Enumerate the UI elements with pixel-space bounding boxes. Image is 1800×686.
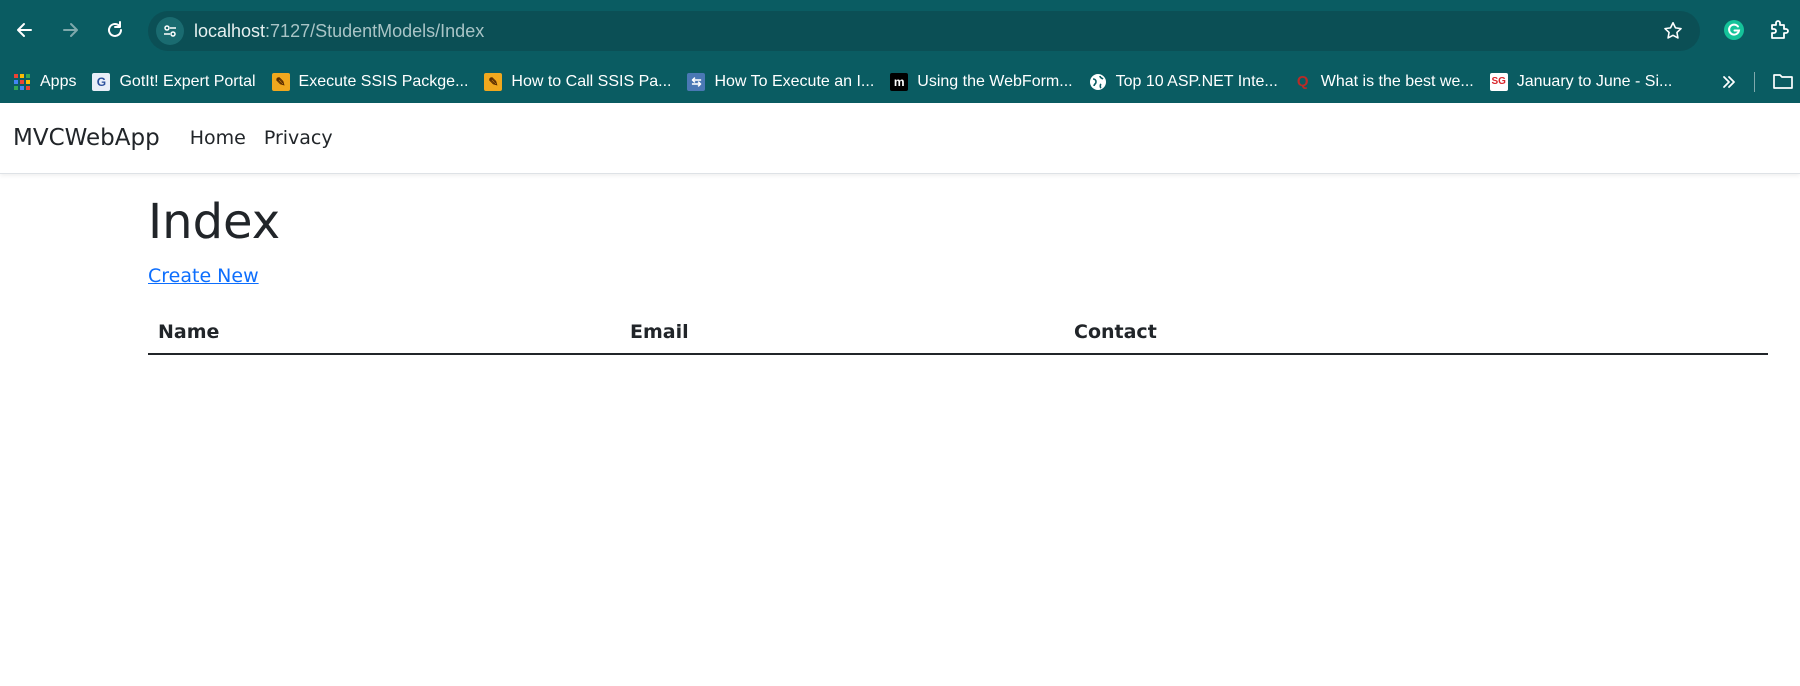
- bookmark-label: January to June - Si...: [1516, 72, 1673, 90]
- tune-icon: [164, 25, 176, 37]
- column-header-email: Email: [620, 312, 1064, 355]
- bookmark-label: How To Execute an I...: [714, 72, 875, 90]
- more-bookmarks-button[interactable]: [1714, 67, 1744, 97]
- bookmark-label: How to Call SSIS Pa...: [511, 72, 672, 90]
- page-title: Index: [148, 194, 281, 250]
- bookmark-label: Top 10 ASP.NET Inte...: [1115, 72, 1278, 90]
- url-path: :7127/StudentModels/Index: [265, 20, 485, 41]
- quora-icon: Q: [1296, 73, 1309, 90]
- main-content: Index Create New Name Email Contact: [148, 174, 1768, 355]
- grammarly-extension-button[interactable]: [1718, 14, 1750, 46]
- reload-button[interactable]: [99, 14, 131, 46]
- back-arrow-icon: [17, 23, 32, 37]
- bookmark-top10-aspnet[interactable]: Top 10 ASP.NET Inte...: [1089, 67, 1282, 97]
- bookmark-what-is-best[interactable]: Q What is the best we...: [1294, 67, 1478, 97]
- folder-icon[interactable]: [1771, 69, 1795, 93]
- create-new-link[interactable]: Create New: [148, 265, 259, 287]
- nav-privacy-link[interactable]: Privacy: [264, 127, 333, 149]
- gotit-icon: G: [92, 72, 111, 91]
- bookmark-star-icon[interactable]: [1662, 20, 1684, 42]
- puzzle-icon: [1771, 20, 1789, 39]
- bookmark-label: GotIt! Expert Portal: [119, 72, 256, 90]
- forward-arrow-icon: [63, 23, 78, 37]
- grammarly-icon: [1724, 20, 1744, 40]
- forward-button[interactable]: [54, 14, 86, 46]
- site-navbar: MVCWebApp Home Privacy: [0, 103, 1800, 174]
- brand-link[interactable]: MVCWebApp: [13, 125, 160, 151]
- site-info-button[interactable]: [156, 17, 184, 45]
- ssis-icon: ✎: [271, 72, 290, 91]
- apps-grid-icon: [13, 73, 31, 91]
- browser-toolbar: localhost:7127/StudentModels/Index: [0, 0, 1800, 60]
- bookmark-call-ssis[interactable]: ✎ How to Call SSIS Pa...: [484, 67, 675, 97]
- students-table: Name Email Contact: [148, 312, 1768, 355]
- m-icon: m: [890, 72, 909, 91]
- reload-icon: [108, 21, 122, 37]
- calendar-icon: SG: [1489, 72, 1508, 91]
- column-header-name: Name: [148, 312, 620, 355]
- link-icon: ⇆: [687, 72, 706, 91]
- bookmark-execute-ssis[interactable]: ✎ Execute SSIS Packge...: [271, 67, 473, 97]
- extensions-button[interactable]: [1763, 14, 1795, 46]
- bookmark-webform[interactable]: m Using the WebForm...: [890, 67, 1076, 97]
- url-text[interactable]: localhost:7127/StudentModels/Index: [194, 21, 484, 42]
- bookmark-label: What is the best we...: [1320, 72, 1474, 90]
- column-header-contact: Contact: [1064, 312, 1768, 355]
- double-chevron-right-icon: [1723, 76, 1735, 88]
- bookmarks-divider: [1754, 72, 1755, 92]
- bookmark-label: Execute SSIS Packge...: [298, 72, 469, 90]
- bookmark-label: Using the WebForm...: [917, 72, 1073, 90]
- nav-home-link[interactable]: Home: [190, 127, 246, 149]
- ssis-icon: ✎: [484, 72, 503, 91]
- bookmark-label: Apps: [40, 72, 77, 90]
- bookmark-gotit[interactable]: G GotIt! Expert Portal: [92, 67, 259, 97]
- back-button[interactable]: [9, 14, 41, 46]
- bookmark-apps[interactable]: Apps: [13, 67, 80, 97]
- address-bar[interactable]: localhost:7127/StudentModels/Index: [148, 11, 1700, 51]
- bookmark-january-june[interactable]: SG January to June - Si...: [1489, 67, 1677, 97]
- bookmarks-bar: Apps G GotIt! Expert Portal ✎ Execute SS…: [0, 60, 1800, 103]
- url-host: localhost: [194, 20, 266, 41]
- table-header-row: Name Email Contact: [148, 312, 1768, 355]
- browser-chrome: localhost:7127/StudentModels/Index Apps …: [0, 0, 1800, 103]
- bookmark-how-to-execute[interactable]: ⇆ How To Execute an I...: [687, 67, 878, 97]
- globe-icon: [1089, 73, 1107, 91]
